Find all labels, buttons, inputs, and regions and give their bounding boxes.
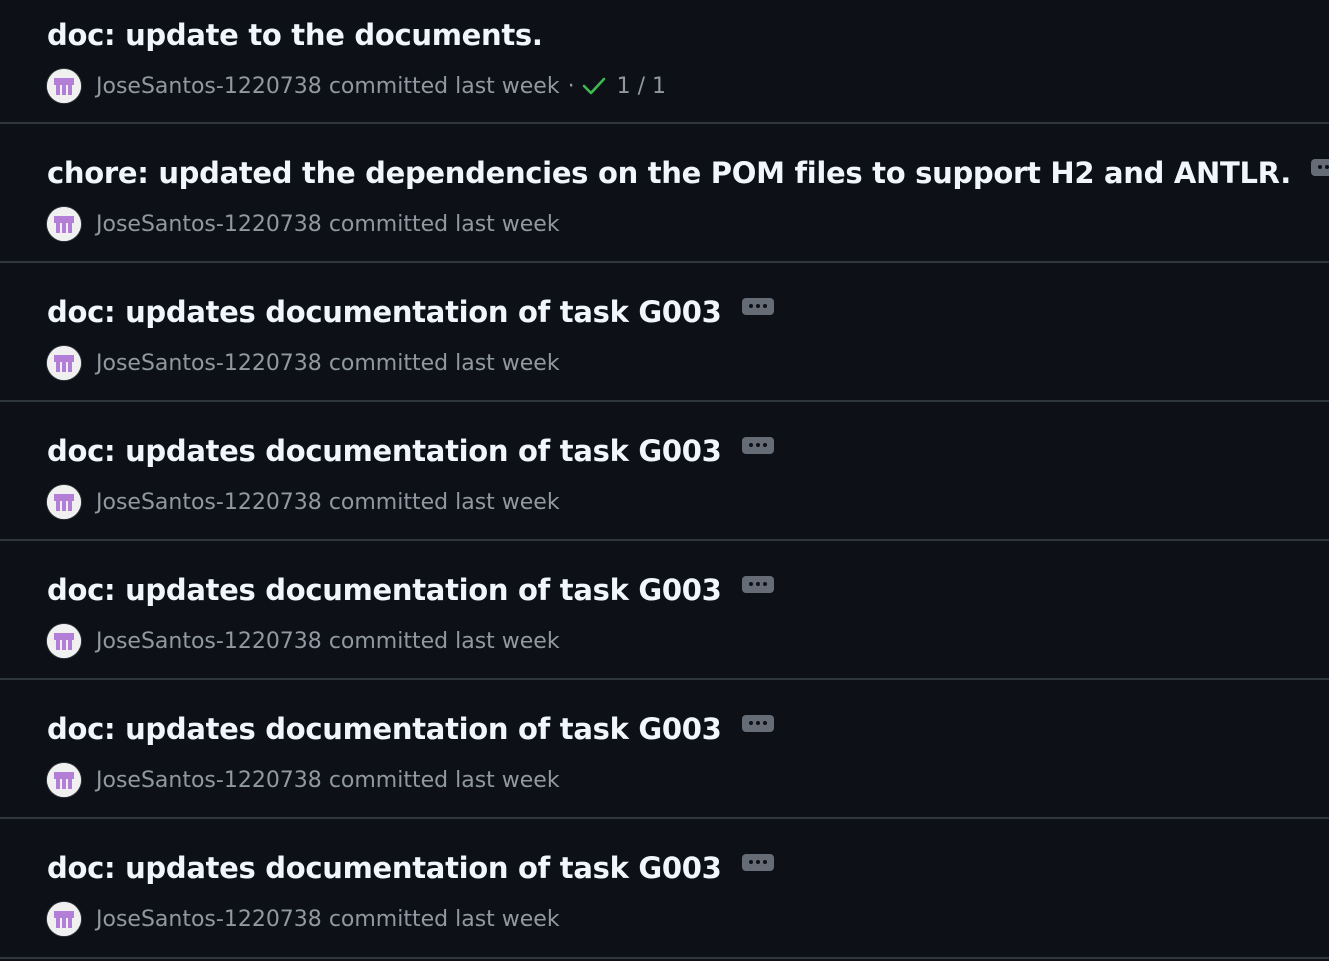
commit-author-link[interactable]: JoseSantos-1220738 [96, 629, 322, 654]
commit-title-link[interactable]: doc: updates documentation of task G003 [47, 295, 722, 329]
commit-verb: committed [328, 489, 449, 515]
ellipsis-icon[interactable] [741, 575, 774, 593]
commit-time[interactable]: last week [455, 490, 559, 515]
commit-time[interactable]: last week [455, 74, 559, 99]
commit-row: chore: updated the dependencies on the P… [0, 124, 1329, 263]
commit-title-line: doc: updates documentation of task G003 [47, 708, 774, 750]
commit-row: doc: updates documentation of task G003 … [0, 402, 1329, 541]
commit-author-link[interactable]: JoseSantos-1220738 [96, 212, 322, 237]
commit-meta: JoseSantos-1220738 committed last week [47, 483, 560, 521]
commit-time[interactable]: last week [455, 768, 559, 793]
ellipsis-icon[interactable] [741, 853, 774, 871]
checks-status[interactable]: 1 / 1 [617, 74, 666, 99]
author-avatar[interactable] [47, 346, 81, 380]
commit-verb: committed [328, 628, 449, 654]
commit-title-link[interactable]: doc: updates documentation of task G003 [47, 573, 722, 607]
commit-title-link[interactable]: doc: updates documentation of task G003 [47, 851, 722, 885]
commit-author-link[interactable]: JoseSantos-1220738 [96, 351, 322, 376]
commit-verb: committed [328, 211, 449, 237]
commit-author-link[interactable]: JoseSantos-1220738 [96, 768, 322, 793]
commit-verb: committed [328, 350, 449, 376]
commit-author-link[interactable]: JoseSantos-1220738 [96, 490, 322, 515]
commit-title-line: doc: updates documentation of task G003 [47, 430, 774, 472]
commit-title-link[interactable]: doc: updates documentation of task G003 [47, 712, 722, 746]
author-avatar[interactable] [47, 902, 81, 936]
commit-time[interactable]: last week [455, 212, 559, 237]
commit-row: doc: updates documentation of task G003 … [0, 819, 1329, 959]
commit-verb: committed [328, 73, 449, 99]
author-avatar[interactable] [47, 207, 81, 241]
commit-verb: committed [328, 906, 449, 932]
commit-verb: committed [328, 767, 449, 793]
author-avatar[interactable] [47, 69, 81, 103]
commit-meta: JoseSantos-1220738 committed last week [47, 622, 560, 660]
commit-title-link[interactable]: doc: updates documentation of task G003 [47, 434, 722, 468]
commit-meta: JoseSantos-1220738 committed last week [47, 205, 560, 243]
commit-title-line: chore: updated the dependencies on the P… [47, 152, 1329, 194]
commit-title-line: doc: updates documentation of task G003 [47, 291, 774, 333]
commit-author-link[interactable]: JoseSantos-1220738 [96, 907, 322, 932]
commit-meta: JoseSantos-1220738 committed last week [47, 344, 560, 382]
commit-author-link[interactable]: JoseSantos-1220738 [96, 74, 322, 99]
ellipsis-icon[interactable] [1310, 158, 1329, 176]
commit-title-line: doc: update to the documents. [47, 14, 543, 56]
author-avatar[interactable] [47, 763, 81, 797]
author-avatar[interactable] [47, 624, 81, 658]
commit-row: doc: updates documentation of task G003 … [0, 541, 1329, 680]
commit-meta: JoseSantos-1220738 committed last week [47, 761, 560, 799]
commit-row: doc: update to the documents. JoseSantos… [0, 0, 1329, 124]
commit-title-link[interactable]: chore: updated the dependencies on the P… [47, 156, 1291, 190]
commit-title-link[interactable]: doc: update to the documents. [47, 18, 543, 52]
commit-row: doc: updates documentation of task G003 … [0, 263, 1329, 402]
commit-time[interactable]: last week [455, 351, 559, 376]
ellipsis-icon[interactable] [741, 436, 774, 454]
commit-title-line: doc: updates documentation of task G003 [47, 847, 774, 889]
ellipsis-icon[interactable] [741, 714, 774, 732]
commit-time[interactable]: last week [455, 629, 559, 654]
commit-row: doc: updates documentation of task G003 … [0, 680, 1329, 819]
check-icon[interactable] [581, 75, 607, 97]
commit-list: doc: update to the documents. JoseSantos… [0, 0, 1329, 961]
commit-time[interactable]: last week [455, 907, 559, 932]
author-avatar[interactable] [47, 485, 81, 519]
commit-meta: JoseSantos-1220738 committed last week [47, 900, 560, 938]
ellipsis-icon[interactable] [741, 297, 774, 315]
separator-dot: · [567, 73, 575, 99]
commit-meta: JoseSantos-1220738 committed last week ·… [47, 67, 666, 105]
commit-title-line: doc: updates documentation of task G003 [47, 569, 774, 611]
